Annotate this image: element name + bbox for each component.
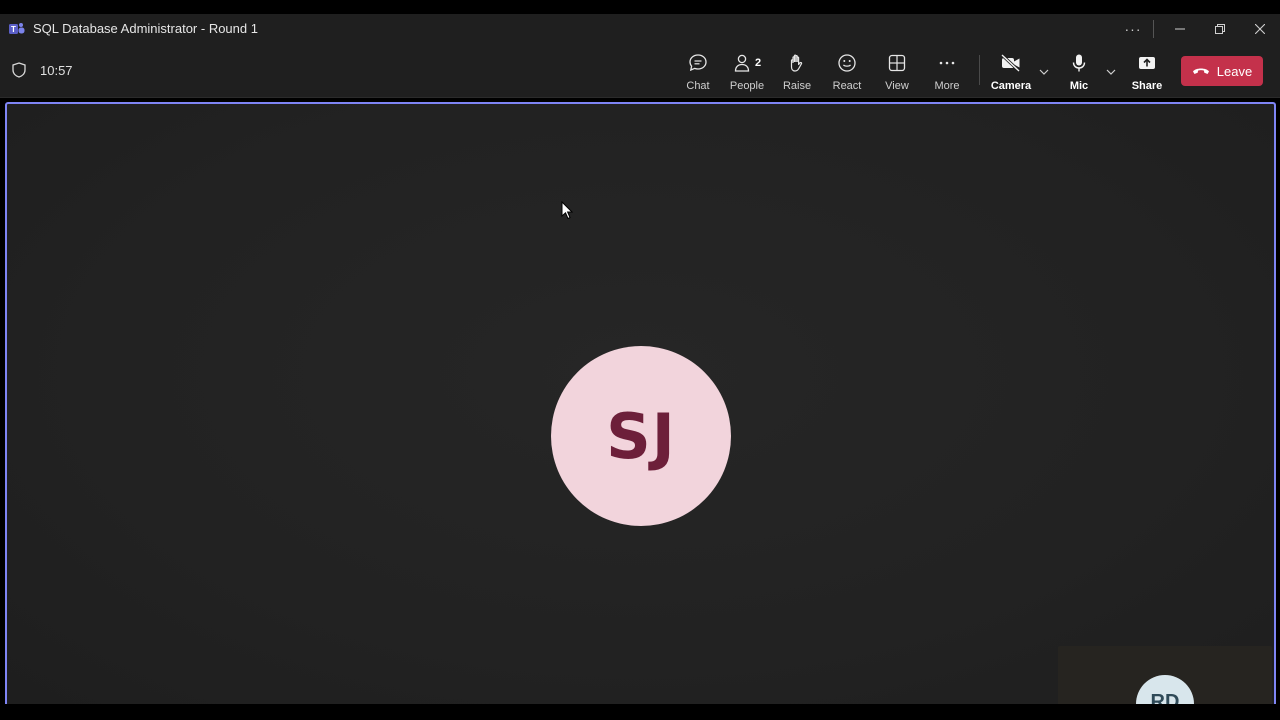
minimize-icon	[1175, 28, 1185, 29]
letterbox-bottom	[0, 704, 1280, 720]
share-label: Share	[1131, 80, 1163, 92]
raise-label: Raise	[782, 80, 812, 92]
mic-icon	[1069, 52, 1089, 74]
svg-text:T: T	[11, 25, 16, 34]
title-bar: T SQL Database Administrator - Round 1 ·…	[0, 14, 1280, 43]
restore-button[interactable]	[1200, 14, 1240, 43]
minimize-button[interactable]	[1160, 14, 1200, 43]
grid-icon	[887, 52, 907, 74]
meeting-timer: 10:57	[12, 61, 73, 79]
chat-icon	[688, 52, 708, 74]
camera-button[interactable]: Camera	[986, 43, 1036, 98]
close-button[interactable]	[1240, 14, 1280, 43]
phone-hangup-icon	[1192, 62, 1210, 80]
self-initials: RD	[1150, 691, 1180, 704]
timer-text: 10:57	[40, 62, 73, 78]
camera-off-icon	[1000, 52, 1022, 74]
chevron-down-icon	[1039, 69, 1049, 75]
more-label: More	[934, 80, 960, 92]
chevron-down-icon	[1106, 69, 1116, 75]
view-button[interactable]: View	[872, 43, 922, 98]
self-avatar: RD	[1136, 675, 1194, 704]
leave-button[interactable]: Leave	[1181, 56, 1263, 86]
title-separator	[1153, 19, 1154, 38]
restore-icon	[1215, 23, 1225, 34]
people-button[interactable]: 2 People	[722, 43, 772, 98]
hand-icon	[787, 52, 807, 74]
teams-icon: T	[9, 21, 25, 37]
leave-label: Leave	[1216, 63, 1253, 79]
people-icon-wrap: 2	[733, 52, 761, 74]
react-label: React	[832, 80, 862, 92]
smile-icon	[837, 52, 857, 74]
mic-label: Mic	[1069, 80, 1089, 92]
ellipsis-icon	[937, 52, 957, 74]
window-title: SQL Database Administrator - Round 1	[33, 21, 258, 36]
view-label: View	[885, 80, 909, 92]
participant-initials: SJ	[606, 399, 676, 473]
share-icon	[1137, 52, 1157, 74]
people-icon	[734, 54, 750, 72]
participant-avatar[interactable]: SJ	[551, 346, 731, 526]
self-preview-tile[interactable]: RD	[1058, 646, 1272, 704]
mic-options-button[interactable]	[1104, 65, 1118, 79]
camera-label: Camera	[990, 80, 1032, 92]
people-label: People	[729, 80, 765, 92]
react-button[interactable]: React	[822, 43, 872, 98]
meeting-toolbar: 10:57 Chat 2 People Raise React View Mor…	[0, 43, 1280, 98]
video-stage: SJ RD	[5, 102, 1276, 704]
people-count-badge: 2	[754, 57, 762, 69]
title-bar-controls: ···	[1119, 14, 1280, 43]
share-button[interactable]: Share	[1122, 43, 1172, 98]
chat-button[interactable]: Chat	[673, 43, 723, 98]
chat-label: Chat	[686, 80, 710, 92]
toolbar-separator	[979, 55, 980, 85]
mouse-cursor-icon	[561, 201, 573, 220]
title-more-button[interactable]: ···	[1119, 14, 1147, 43]
letterbox-top	[0, 0, 1280, 14]
close-icon	[1255, 23, 1265, 34]
mic-button[interactable]: Mic	[1054, 43, 1104, 98]
raise-hand-button[interactable]: Raise	[772, 43, 822, 98]
shield-icon	[12, 61, 28, 79]
more-button[interactable]: More	[922, 43, 972, 98]
camera-options-button[interactable]	[1037, 65, 1051, 79]
